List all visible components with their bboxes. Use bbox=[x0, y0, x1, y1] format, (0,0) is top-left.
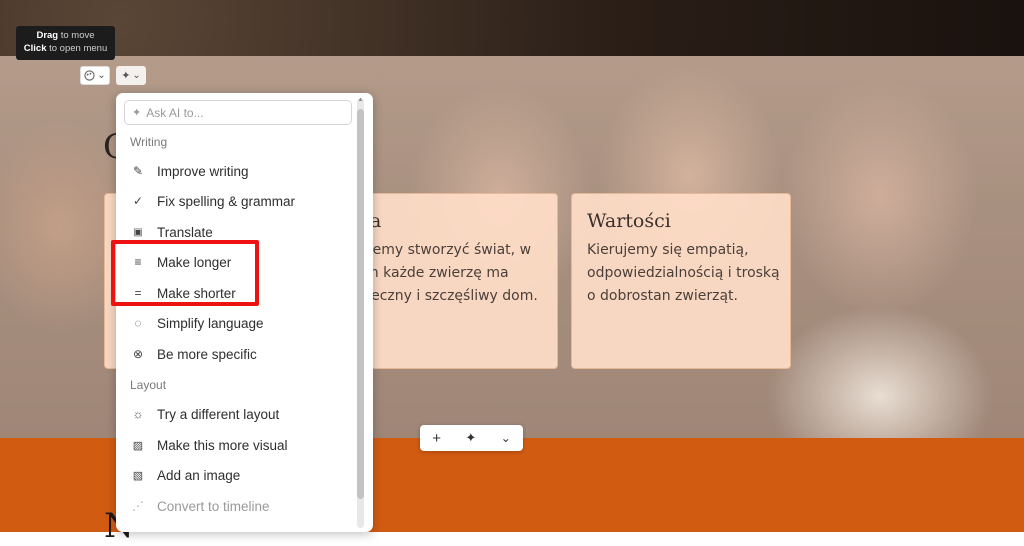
menu-item-label: Simplify language bbox=[157, 315, 264, 331]
translate-icon: ▣ bbox=[133, 226, 143, 238]
ask-ai-field[interactable]: ✦ bbox=[124, 100, 352, 125]
menu-item-label: Make this more visual bbox=[157, 437, 288, 453]
add-image-icon: ▧ bbox=[132, 469, 144, 482]
tooltip-click-label: Click bbox=[23, 43, 47, 54]
speech-bubble-icon: ◌ bbox=[134, 316, 142, 330]
chevron-down-icon: ⌄ bbox=[97, 70, 106, 81]
sparkle-icon: ✦ bbox=[121, 70, 131, 82]
tooltip-drag-hint: to move bbox=[58, 30, 95, 41]
chevron-down-icon: ⌄ bbox=[132, 70, 141, 81]
menu-item-label: Improve writing bbox=[157, 163, 249, 179]
section-label-layout: Layout bbox=[130, 378, 167, 392]
card-text: Kierujemy się empatią, odpowiedzialności… bbox=[587, 242, 780, 304]
menu-item-label: Try a different layout bbox=[157, 406, 280, 422]
sparkle-icon: ✦ bbox=[132, 107, 142, 119]
menu-item-improve-writing[interactable]: ✎ Improve writing bbox=[130, 159, 355, 183]
menu-scrollbar-thumb[interactable] bbox=[357, 109, 364, 499]
menu-item-be-more-specific[interactable]: ⊗ Be more specific bbox=[130, 342, 355, 366]
menu-item-different-layout[interactable]: ☼ Try a different layout bbox=[130, 402, 355, 426]
ask-ai-input[interactable] bbox=[146, 105, 327, 120]
menu-item-label: Be more specific bbox=[157, 346, 257, 362]
tooltip-click-hint: to open menu bbox=[46, 43, 108, 54]
menu-item-add-image[interactable]: ▧ Add an image bbox=[130, 463, 355, 487]
menu-item-label: Convert to timeline bbox=[157, 498, 270, 514]
scroll-up-arrow-icon[interactable]: ▲ bbox=[357, 97, 364, 103]
card-values[interactable]: Wartości Kierujemy się empatią, odpowied… bbox=[571, 193, 791, 369]
section-label-writing: Writing bbox=[130, 135, 168, 149]
menu-item-label: Add an image bbox=[157, 467, 241, 483]
pen-icon: ✎ bbox=[132, 164, 144, 178]
highlight-box bbox=[111, 240, 259, 306]
menu-item-convert-timeline[interactable]: ⋰ Convert to timeline bbox=[130, 494, 355, 518]
menu-item-more-visual[interactable]: ▨ Make this more visual bbox=[130, 433, 355, 457]
drag-tooltip: Drag to move Click to open menu bbox=[16, 26, 115, 60]
check-icon: ✓ bbox=[132, 194, 144, 208]
ai-tools-button[interactable]: ✦ ⌄ bbox=[116, 66, 146, 85]
menu-item-fix-spelling[interactable]: ✓ Fix spelling & grammar bbox=[130, 189, 355, 213]
hero-image-top bbox=[0, 0, 1024, 56]
lightbulb-icon: ☼ bbox=[132, 407, 144, 421]
specific-icon: ⊗ bbox=[132, 347, 144, 361]
menu-item-label: Fix spelling & grammar bbox=[157, 193, 296, 209]
menu-item-simplify-language[interactable]: ◌ Simplify language bbox=[130, 311, 355, 335]
ai-menu: ✦ Writing ✎ Improve writing ✓ Fix spelli… bbox=[116, 93, 373, 532]
ai-sparkle-button[interactable]: ✦ bbox=[465, 430, 476, 446]
add-block-button[interactable]: + bbox=[432, 430, 441, 447]
theme-palette-button[interactable]: ⌄ bbox=[80, 66, 110, 85]
card-text: gniemy stworzyć świat, w rym każde zwier… bbox=[351, 242, 538, 304]
more-options-button[interactable]: ⌄ bbox=[501, 431, 511, 445]
image-icon: ▨ bbox=[132, 439, 144, 452]
menu-item-label: Translate bbox=[157, 224, 213, 240]
timeline-icon: ⋰ bbox=[132, 499, 144, 513]
card-title: Wartości bbox=[587, 210, 671, 232]
block-toolbar: + ✦ ⌄ bbox=[420, 425, 523, 451]
palette-icon bbox=[84, 70, 95, 81]
tooltip-drag-label: Drag bbox=[36, 30, 59, 41]
